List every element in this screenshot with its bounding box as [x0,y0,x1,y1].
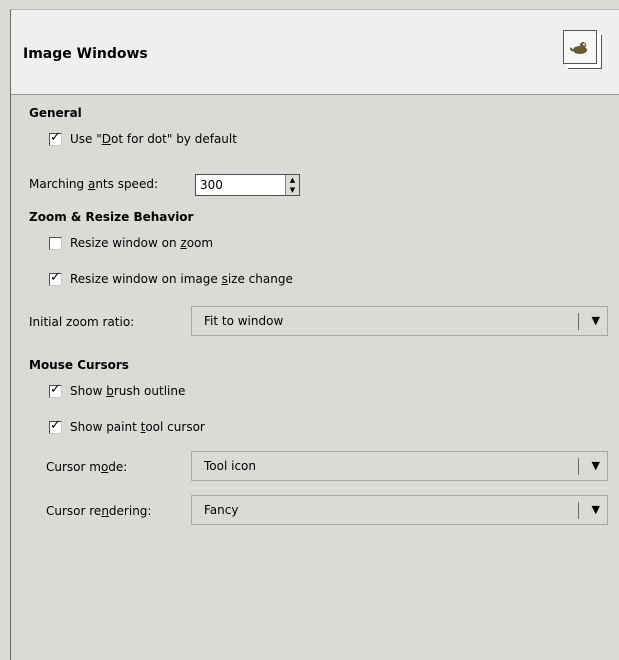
cursor-mode-value: Tool icon [204,459,257,473]
resize-on-zoom-checkbox[interactable] [49,236,62,250]
spin-up-icon[interactable]: ▲ [286,175,299,185]
brush-outline-checkbox[interactable]: ✓ [49,381,62,398]
resize-on-change-row[interactable]: ✓ Resize window on image size change [49,270,293,288]
initial-zoom-value: Fit to window [204,314,284,328]
dot-for-dot-label: Use "Dot for dot" by default [70,132,237,146]
gimp-wilber-icon [563,30,597,64]
brush-outline-label: Show brush outline [70,384,186,398]
section-zoom-heading: Zoom & Resize Behavior [29,210,194,224]
marching-ants-spinbutton[interactable]: 300 ▲ ▼ [195,174,300,196]
resize-on-change-checkbox[interactable]: ✓ [49,269,62,286]
cursor-mode-combo[interactable]: Tool icon ▼ [191,451,608,481]
page-title: Image Windows [23,46,148,62]
initial-zoom-combo[interactable]: Fit to window ▼ [191,306,608,336]
dropdown-arrow-icon[interactable]: ▼ [592,459,600,472]
paint-tool-cursor-row[interactable]: ✓ Show paint tool cursor [49,418,205,436]
panel-header: Image Windows [11,10,619,95]
brush-outline-row[interactable]: ✓ Show brush outline [49,382,185,400]
resize-on-change-label: Resize window on image size change [70,272,293,286]
dropdown-arrow-icon[interactable]: ▼ [592,503,600,516]
combo-separator [578,502,579,519]
image-windows-panel: Image Windows General ✓ Use "Dot for dot… [10,9,619,660]
initial-zoom-label: Initial zoom ratio: [29,315,135,329]
section-general-heading: General [29,106,82,120]
cursor-mode-label: Cursor mode: [46,460,128,474]
check-mark-icon: ✓ [50,381,61,397]
cursor-rendering-combo[interactable]: Fancy ▼ [191,495,608,525]
cursor-rendering-value: Fancy [204,503,239,517]
dropdown-arrow-icon[interactable]: ▼ [592,314,600,327]
resize-on-zoom-row[interactable]: Resize window on zoom [49,234,213,252]
marching-ants-label: Marching ants speed: [29,177,158,191]
dot-for-dot-checkbox[interactable]: ✓ [49,129,62,146]
paint-tool-cursor-checkbox[interactable]: ✓ [49,417,62,434]
resize-on-zoom-label: Resize window on zoom [70,236,214,250]
paint-tool-cursor-label: Show paint tool cursor [70,420,205,434]
marching-ants-value[interactable]: 300 [200,178,223,192]
check-mark-icon: ✓ [50,417,61,433]
check-mark-icon: ✓ [50,129,61,145]
combo-separator [578,313,579,330]
combo-separator [578,458,579,475]
cursor-rendering-label: Cursor rendering: [46,504,152,518]
section-cursors-heading: Mouse Cursors [29,358,129,372]
check-mark-icon: ✓ [50,269,61,285]
spin-buttons[interactable]: ▲ ▼ [285,175,299,195]
spin-down-icon[interactable]: ▼ [286,185,299,195]
dot-for-dot-checkbox-row[interactable]: ✓ Use "Dot for dot" by default [49,130,237,148]
